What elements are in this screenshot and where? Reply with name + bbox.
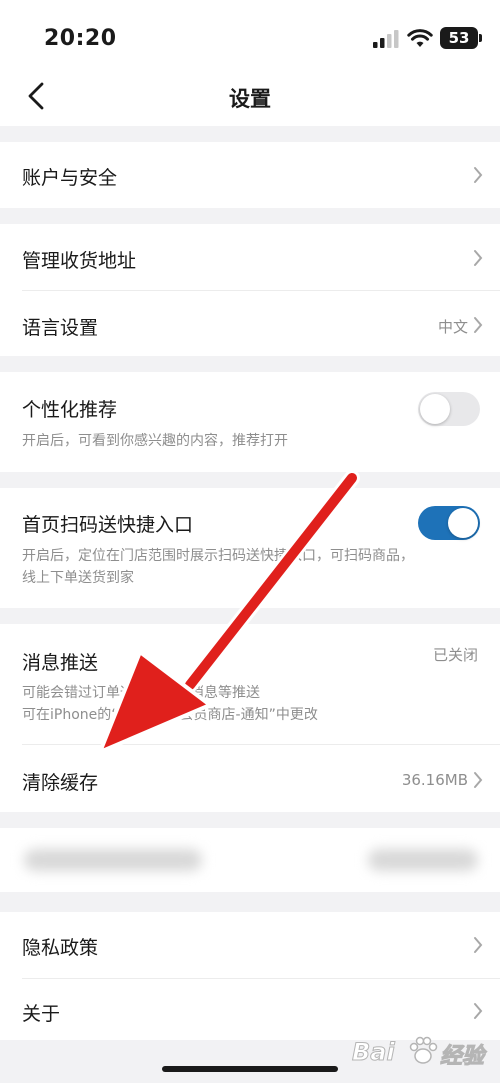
scan-shortcut-toggle[interactable] xyxy=(418,506,480,540)
row-title: 账户与安全 xyxy=(22,167,118,189)
section-scan-shortcut: 首页扫码送快捷入口 开启后，定位在门店范围时展示扫码送快捷入口，可扫码商品， 线… xyxy=(0,488,500,608)
section-account: 账户与安全 xyxy=(0,142,500,208)
row-title: 隐私政策 xyxy=(22,937,99,959)
status-time: 20:20 xyxy=(44,26,117,51)
row-privacy-policy[interactable]: 隐私政策 xyxy=(0,912,500,978)
chevron-right-icon xyxy=(474,1003,483,1019)
row-title-personalized: 个性化推荐 xyxy=(22,399,118,421)
row-desc-personalized: 开启后，可看到你感兴趣的内容，推荐打开 xyxy=(22,433,288,449)
section-personalized: 个性化推荐 开启后，可看到你感兴趣的内容，推荐打开 xyxy=(0,372,500,472)
row-title: 清除缓存 xyxy=(22,772,99,794)
home-indicator xyxy=(162,1066,338,1072)
row-title: 语言设置 xyxy=(22,317,99,339)
blurred-text xyxy=(24,849,202,871)
row-desc-push-1: 可能会错过订单通知、优惠消息等推送 xyxy=(22,685,260,701)
battery-icon: 53 xyxy=(440,27,482,49)
row-desc-scan-1: 开启后，定位在门店范围时展示扫码送快捷入口，可扫码商品， xyxy=(22,548,414,564)
blurred-value xyxy=(368,849,478,871)
row-language[interactable]: 语言设置 中文 xyxy=(0,291,500,356)
toggle-knob xyxy=(448,508,478,538)
chevron-right-icon xyxy=(474,250,483,266)
row-message-push[interactable]: 消息推送 已关闭 可能会错过订单通知、优惠消息等推送 可在iPhone的“设置-… xyxy=(0,624,500,744)
watermark-brand: Bai xyxy=(352,1038,396,1067)
language-value: 中文 xyxy=(437,318,468,336)
cache-size-value: 36.16MB xyxy=(401,771,468,789)
chevron-right-icon xyxy=(474,937,483,953)
row-manage-address[interactable]: 管理收货地址 xyxy=(0,224,500,290)
signal-icon xyxy=(373,30,399,48)
toggle-knob xyxy=(420,394,450,424)
row-about[interactable]: 关于 xyxy=(0,979,500,1040)
status-bar: 20:20 53 xyxy=(0,0,500,80)
row-title: 关于 xyxy=(22,1003,61,1025)
wifi-icon xyxy=(407,29,433,47)
row-desc-push-2: 可在iPhone的“设置-山姆会员商店-通知”中更改 xyxy=(22,707,318,723)
baidu-watermark: Bai 经验 xyxy=(352,1032,492,1076)
row-title: 管理收货地址 xyxy=(22,250,137,272)
section-legal: 隐私政策 关于 xyxy=(0,912,500,1040)
chevron-right-icon xyxy=(474,772,483,788)
section-push-cache: 消息推送 已关闭 可能会错过订单通知、优惠消息等推送 可在iPhone的“设置-… xyxy=(0,624,500,812)
watermark-suffix: 经验 xyxy=(439,1044,485,1070)
chevron-right-icon xyxy=(474,167,483,183)
section-general: 管理收货地址 语言设置 中文 xyxy=(0,224,500,356)
chevron-right-icon xyxy=(474,317,483,333)
page-title: 设置 xyxy=(229,87,271,111)
row-desc-scan-2: 线上下单送货到家 xyxy=(22,570,134,586)
baidu-paw-icon xyxy=(409,1036,438,1064)
row-account-security[interactable]: 账户与安全 xyxy=(0,142,500,208)
section-blurred xyxy=(0,828,500,892)
row-clear-cache[interactable]: 清除缓存 36.16MB xyxy=(0,745,500,812)
row-title: 消息推送 xyxy=(22,652,99,674)
row-title-scan: 首页扫码送快捷入口 xyxy=(22,514,194,536)
personalized-toggle[interactable] xyxy=(418,392,480,426)
nav-bar: 设置 xyxy=(0,80,500,126)
push-status-value: 已关闭 xyxy=(432,646,478,664)
